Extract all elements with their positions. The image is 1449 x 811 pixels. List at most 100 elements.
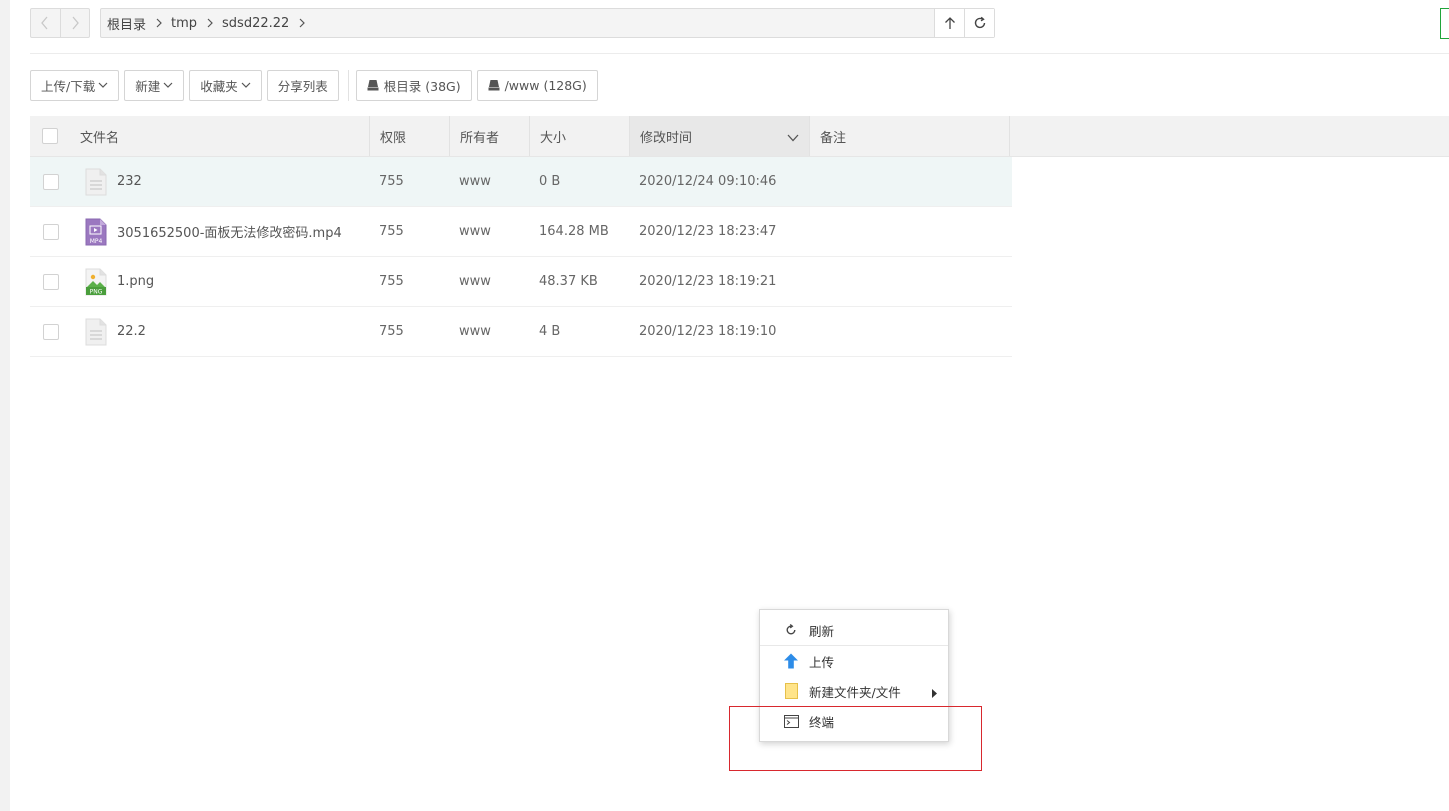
size-cell: 4 B xyxy=(539,324,561,339)
forward-button[interactable] xyxy=(59,9,89,37)
caret-right-icon xyxy=(932,686,937,701)
menu-item-upload[interactable]: 上传 xyxy=(760,647,948,675)
owner-cell[interactable]: www xyxy=(459,257,491,306)
chevron-down-icon xyxy=(787,131,799,146)
column-header-owner-label: 所有者 xyxy=(460,130,500,146)
row-select-cell xyxy=(43,157,59,206)
permission-cell[interactable]: 755 xyxy=(379,207,404,256)
new-button[interactable]: 新建 xyxy=(124,69,185,101)
svg-text:MP4: MP4 xyxy=(90,238,103,245)
mtime-cell: 2020/12/24 09:10:46 xyxy=(639,174,777,189)
search-box-edge[interactable] xyxy=(1440,8,1449,39)
menu-item-new-folder-file[interactable]: 新建文件夹/文件 xyxy=(760,677,948,705)
toolbar-divider xyxy=(347,69,349,101)
column-header-size-label: 大小 xyxy=(540,130,567,146)
divider xyxy=(30,53,1449,54)
size-cell: 0 B xyxy=(539,174,561,189)
column-header-name-label: 文件名 xyxy=(80,130,120,146)
disk-root-button[interactable]: 根目录 (38G) xyxy=(355,69,472,101)
file-name-cell[interactable]: 22.2 xyxy=(85,307,146,356)
size-cell: 164.28 MB xyxy=(539,224,609,239)
column-header-owner[interactable]: 所有者 xyxy=(450,116,530,156)
permission-cell[interactable]: 755 xyxy=(379,307,404,356)
text-file-icon xyxy=(85,318,107,346)
disk-icon xyxy=(488,79,500,91)
mtime-cell: 2020/12/23 18:19:21 xyxy=(639,274,777,289)
upload-download-button[interactable]: 上传/下载 xyxy=(30,69,120,101)
refresh-icon xyxy=(974,16,985,29)
table-row[interactable]: PNG 1.png 755 www 48.37 KB 2020/12/23 18… xyxy=(30,257,1012,307)
permission-cell[interactable]: 755 xyxy=(379,257,404,306)
size-cell: 48.37 KB xyxy=(539,274,598,289)
left-strip xyxy=(0,0,10,811)
new-label: 新建 xyxy=(135,78,161,94)
toolbar: 上传/下载 新建 收藏夹 分享列表 根目录 (38G) /www (128G) xyxy=(30,69,603,101)
column-header-note[interactable]: 备注 xyxy=(810,116,1010,156)
row-select-cell xyxy=(43,307,59,356)
breadcrumb-item[interactable]: tmp xyxy=(171,16,222,31)
favorites-button[interactable]: 收藏夹 xyxy=(189,69,262,101)
chevron-right-icon xyxy=(207,18,213,28)
file-name-cell[interactable]: 232 xyxy=(85,157,142,206)
back-button[interactable] xyxy=(31,9,60,37)
share-list-button[interactable]: 分享列表 xyxy=(266,69,339,101)
select-all-checkbox[interactable] xyxy=(42,128,58,144)
row-select-cell xyxy=(43,207,59,256)
history-nav xyxy=(30,8,90,38)
breadcrumb-label[interactable]: 根目录 xyxy=(107,14,146,33)
highlight-annotation-box xyxy=(729,706,982,771)
png-file-icon: PNG xyxy=(85,268,107,296)
menu-item-label: 刷新 xyxy=(809,623,835,639)
table-row[interactable]: 232 755 www 0 B 2020/12/24 09:10:46 xyxy=(30,157,1012,207)
column-header-permission[interactable]: 权限 xyxy=(370,116,450,156)
column-header-permission-label: 权限 xyxy=(380,130,407,146)
svg-text:PNG: PNG xyxy=(90,288,103,295)
mp4-file-icon: MP4 xyxy=(85,218,107,246)
file-name-cell[interactable]: PNG 1.png xyxy=(85,257,154,306)
refresh-button[interactable] xyxy=(964,9,994,37)
owner-cell[interactable]: www xyxy=(459,307,491,356)
disk-www-button[interactable]: /www (128G) xyxy=(476,69,598,101)
owner-cell[interactable]: www xyxy=(459,157,491,206)
file-name-cell[interactable]: MP4 3051652500-面板无法修改密码.mp4 xyxy=(85,207,342,256)
breadcrumb-label[interactable]: tmp xyxy=(171,16,197,31)
mtime-cell: 2020/12/23 18:23:47 xyxy=(639,224,777,239)
row-checkbox[interactable] xyxy=(43,273,59,290)
column-header-size[interactable]: 大小 xyxy=(530,116,630,156)
path-bar: 根目录 tmp sdsd22.22 xyxy=(100,8,995,38)
breadcrumb-item[interactable]: 根目录 xyxy=(107,14,171,33)
table-row[interactable]: MP4 3051652500-面板无法修改密码.mp4 755 www 164.… xyxy=(30,207,1012,257)
permission-cell[interactable]: 755 xyxy=(379,157,404,206)
breadcrumb: 根目录 tmp sdsd22.22 xyxy=(101,14,934,33)
file-name[interactable]: 232 xyxy=(117,174,142,189)
file-name[interactable]: 1.png xyxy=(117,274,154,289)
file-name[interactable]: 3051652500-面板无法修改密码.mp4 xyxy=(117,222,342,241)
row-checkbox[interactable] xyxy=(43,173,59,190)
table-row[interactable]: 22.2 755 www 4 B 2020/12/23 18:19:10 xyxy=(30,307,1012,357)
favorites-label: 收藏夹 xyxy=(200,78,238,94)
upload-arrow-icon xyxy=(782,652,800,670)
column-header-mtime[interactable]: 修改时间 xyxy=(630,116,810,156)
file-name[interactable]: 22.2 xyxy=(117,324,146,339)
owner-cell[interactable]: www xyxy=(459,207,491,256)
chevron-right-icon xyxy=(72,16,79,30)
breadcrumb-item[interactable]: sdsd22.22 xyxy=(222,16,314,31)
text-file-icon xyxy=(85,168,107,196)
parent-dir-button[interactable] xyxy=(934,9,964,37)
column-header-mtime-label: 修改时间 xyxy=(640,130,693,146)
menu-item-refresh[interactable]: 刷新 xyxy=(760,616,948,644)
row-checkbox[interactable] xyxy=(43,223,59,240)
row-select-cell xyxy=(43,257,59,306)
upload-download-label: 上传/下载 xyxy=(41,78,96,94)
breadcrumb-label[interactable]: sdsd22.22 xyxy=(222,16,289,31)
table-header: 文件名 权限 所有者 大小 修改时间 备注 xyxy=(30,116,1449,157)
disk-root-label: 根目录 (38G) xyxy=(383,78,461,94)
column-header-name[interactable]: 文件名 xyxy=(70,116,370,156)
row-checkbox[interactable] xyxy=(43,323,59,340)
mtime-cell: 2020/12/23 18:19:10 xyxy=(639,324,777,339)
chevron-right-icon xyxy=(299,18,306,28)
chevron-down-icon xyxy=(98,82,108,88)
folder-icon xyxy=(782,682,800,700)
chevron-left-icon xyxy=(41,16,48,30)
menu-item-label: 上传 xyxy=(809,654,835,670)
